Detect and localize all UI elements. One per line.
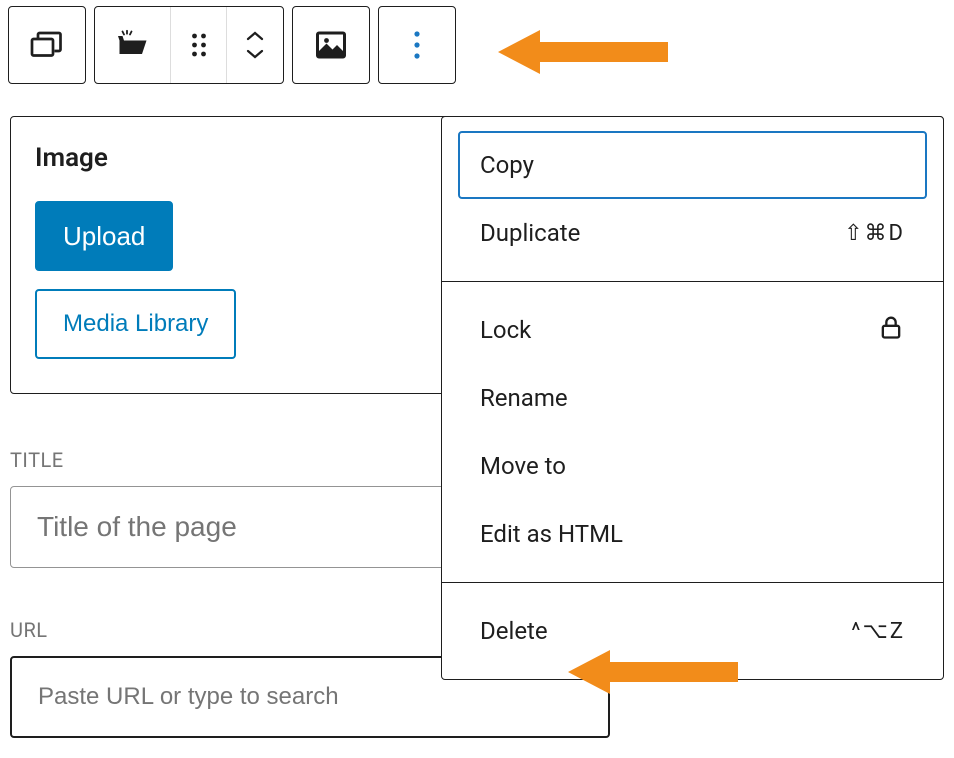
menu-section-2: Lock Rename Move to Edit as HTML — [442, 282, 943, 583]
drag-handle-button[interactable] — [171, 7, 227, 83]
menu-lock-label: Lock — [480, 316, 531, 344]
menu-rename-label: Rename — [480, 384, 568, 412]
menu-duplicate-label: Duplicate — [480, 219, 580, 247]
chevron-down-icon — [243, 47, 267, 61]
block-type-button[interactable] — [9, 7, 85, 83]
toolbar-group-2 — [94, 6, 284, 84]
toolbar-group-4 — [378, 6, 456, 84]
upload-button[interactable]: Upload — [35, 201, 173, 271]
menu-move-to-label: Move to — [480, 452, 566, 480]
drag-handle-icon — [181, 27, 217, 63]
menu-copy[interactable]: Copy — [458, 131, 927, 199]
menu-copy-label: Copy — [480, 151, 534, 179]
lock-icon — [877, 313, 905, 347]
menu-move-to[interactable]: Move to — [458, 432, 927, 500]
move-button[interactable] — [227, 7, 283, 83]
image-block-button[interactable] — [293, 7, 369, 83]
toolbar-group-3 — [292, 6, 370, 84]
menu-rename[interactable]: Rename — [458, 364, 927, 432]
block-options-menu: Copy Duplicate ⇧⌘D Lock Rename Move to E… — [441, 116, 944, 680]
folder-button[interactable] — [95, 7, 171, 83]
chevron-up-icon — [243, 29, 267, 43]
open-folder-icon — [115, 27, 151, 63]
menu-delete-shortcut: ^⌥Z — [851, 619, 905, 644]
menu-edit-html-label: Edit as HTML — [480, 520, 623, 548]
more-options-button[interactable] — [379, 7, 455, 83]
menu-delete-label: Delete — [480, 617, 548, 645]
block-toolbar — [0, 0, 954, 84]
toolbar-group-1 — [8, 6, 86, 84]
menu-lock[interactable]: Lock — [458, 296, 927, 364]
vertical-dots-icon — [413, 30, 421, 60]
menu-section-1: Copy Duplicate ⇧⌘D — [442, 117, 943, 282]
menu-edit-html[interactable]: Edit as HTML — [458, 500, 927, 568]
layers-icon — [29, 27, 65, 63]
menu-section-3: Delete ^⌥Z — [442, 583, 943, 679]
media-library-button[interactable]: Media Library — [35, 289, 236, 359]
menu-duplicate-shortcut: ⇧⌘D — [844, 221, 905, 246]
menu-duplicate[interactable]: Duplicate ⇧⌘D — [458, 199, 927, 267]
image-icon — [313, 27, 349, 63]
menu-delete[interactable]: Delete ^⌥Z — [458, 597, 927, 665]
